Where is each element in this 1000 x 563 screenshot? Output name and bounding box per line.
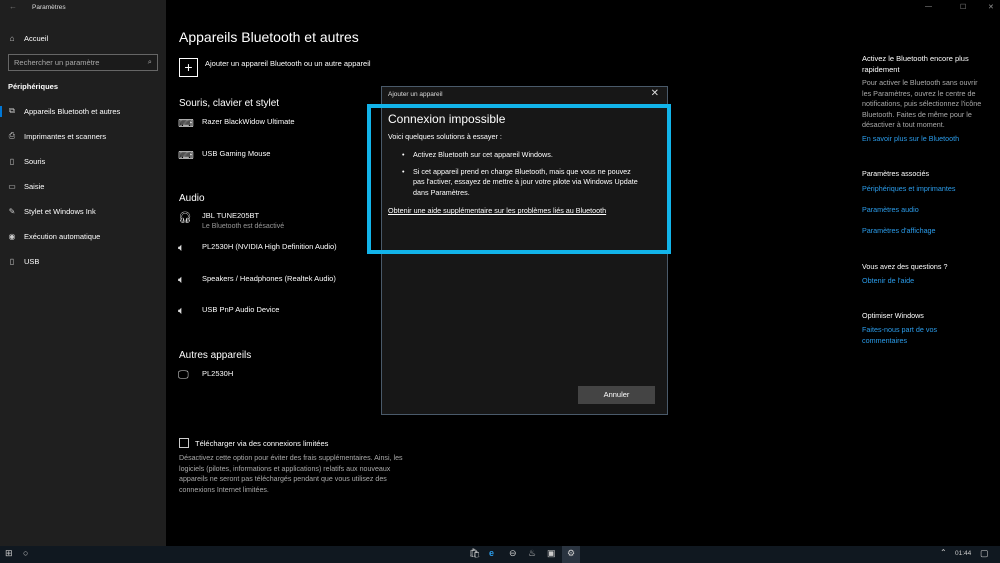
steam-icon[interactable]: ♨ <box>528 548 536 559</box>
sidebar-item-label: Saisie <box>24 181 45 191</box>
clock[interactable]: 01:44 <box>955 550 971 557</box>
add-device-label: Ajouter un appareil Bluetooth ou un autr… <box>205 59 371 68</box>
sidebar-item-mouse[interactable]: ▯ Souris <box>0 152 166 170</box>
device-name: PL2530H <box>202 369 234 378</box>
metered-description: Désactivez cette option pour éviter des … <box>179 454 403 494</box>
device-item[interactable]: 🔈︎ Speakers / Headphones (Realtek Audio) <box>178 274 336 287</box>
app-icon[interactable]: ⊖ <box>509 548 517 559</box>
start-icon[interactable]: ⊞ <box>5 548 13 559</box>
device-name: USB PnP Audio Device <box>202 305 280 314</box>
sidebar-home[interactable]: ⌂ Accueil <box>0 29 166 47</box>
device-name: USB Gaming Mouse <box>202 149 271 158</box>
speaker-icon: 🔈︎ <box>178 274 185 286</box>
discord-icon[interactable]: ▣ <box>547 548 556 559</box>
taskbar: ⊞ ○ 🛍︎ e ⊖ ♨ ▣ ⚙ ⌃ 01:44 ▢ <box>0 546 1000 563</box>
sidebar-item-bluetooth[interactable]: ⧉ Appareils Bluetooth et autres <box>0 102 166 120</box>
metered-checkbox[interactable]: Télécharger via des connexions limitées <box>179 438 328 448</box>
cancel-button[interactable]: Annuler <box>578 386 655 404</box>
metered-label: Télécharger via des connexions limitées <box>195 438 329 448</box>
add-device-button[interactable]: + Ajouter un appareil Bluetooth ou un au… <box>179 58 371 77</box>
section-audio: Audio <box>179 193 205 204</box>
feedback-link[interactable]: Faites-nous part de vos commentaires <box>862 325 952 346</box>
tip-text: Pour activer le Bluetooth sans ouvrir le… <box>862 78 982 129</box>
device-status: Le Bluetooth est désactivé <box>202 223 285 230</box>
mouse-icon: ▯ <box>9 156 15 166</box>
get-help-link[interactable]: Obtenir de l'aide <box>862 276 987 287</box>
printer-icon: ⎙ <box>8 131 16 140</box>
notification-icon[interactable]: ▢ <box>980 548 989 559</box>
edge-icon[interactable]: e <box>489 548 494 558</box>
sidebar-item-label: USB <box>24 256 40 266</box>
checkbox-box[interactable] <box>179 438 189 448</box>
questions-title: Vous avez des questions ? <box>862 262 948 271</box>
usb-icon: ▯ <box>9 256 15 266</box>
device-item[interactable]: 🎧︎ JBL TUNE205BT Le Bluetooth est désactiv… <box>178 211 284 230</box>
headset-icon: 🎧︎ <box>178 212 192 224</box>
sidebar-item-typing[interactable]: ▭ Saisie <box>0 177 166 195</box>
related-title: Paramètres associés <box>862 169 930 178</box>
sidebar-item-usb[interactable]: ▯ USB <box>0 252 166 270</box>
search-placeholder: Rechercher un paramètre <box>14 58 100 67</box>
device-name: PL2530H (NVIDIA High Definition Audio) <box>202 242 337 251</box>
device-item[interactable]: 🔈︎ PL2530H (NVIDIA High Definition Audio) <box>178 242 337 255</box>
display-settings-link[interactable]: Paramètres d'affichage <box>862 226 987 237</box>
audio-settings-link[interactable]: Paramètres audio <box>862 205 987 216</box>
sidebar-item-label: Appareils Bluetooth et autres <box>24 106 121 116</box>
sidebar-item-label: Exécution automatique <box>24 231 101 241</box>
devices-printers-link[interactable]: Périphériques et imprimantes <box>862 184 987 195</box>
sidebar-section-title: Périphériques <box>8 82 59 91</box>
window-title: Paramètres <box>32 4 66 11</box>
minimize-button[interactable]: — <box>925 3 932 10</box>
monitor-icon: 🖵︎ <box>178 369 189 381</box>
maximize-button[interactable]: ☐ <box>960 3 966 11</box>
settings-icon[interactable]: ⚙ <box>562 546 580 563</box>
close-button[interactable]: ✕ <box>988 3 994 11</box>
keyboard-icon: ▭ <box>8 181 16 191</box>
dialog-close-button[interactable]: ✕ <box>651 88 659 99</box>
back-button[interactable]: ← <box>9 2 17 11</box>
sidebar-item-label: Imprimantes et scanners <box>24 131 107 141</box>
page-title: Appareils Bluetooth et autres <box>179 29 359 45</box>
sidebar-item-label: Stylet et Windows Ink <box>24 206 96 216</box>
device-item[interactable]: ⌨ Razer BlackWidow Ultimate <box>178 117 295 130</box>
home-icon: ⌂ <box>9 33 15 43</box>
section-input-devices: Souris, clavier et stylet <box>179 98 280 109</box>
chevron-up-icon[interactable]: ⌃ <box>940 548 947 557</box>
speaker-icon: 🔈︎ <box>178 242 185 254</box>
search-icon: ⌕ <box>147 57 152 66</box>
device-item[interactable]: 🔈︎ USB PnP Audio Device <box>178 305 279 318</box>
plus-icon: + <box>179 58 198 77</box>
device-name: Razer BlackWidow Ultimate <box>202 117 295 126</box>
store-icon[interactable]: 🛍︎ <box>469 548 480 559</box>
dialog-title: Ajouter un appareil <box>388 91 443 98</box>
bluetooth-devices-icon: ⧉ <box>9 106 15 115</box>
sidebar-item-label: Souris <box>24 156 46 166</box>
highlight-box <box>367 104 671 254</box>
bluetooth-info-link[interactable]: En savoir plus sur le Bluetooth <box>862 134 987 145</box>
tip-title: Activez le Bluetooth encore plus rapidem… <box>862 54 969 74</box>
sidebar-item-autoplay[interactable]: ◉ Exécution automatique <box>0 227 166 245</box>
device-name: Speakers / Headphones (Realtek Audio) <box>202 274 336 283</box>
section-other-devices: Autres appareils <box>179 350 252 361</box>
device-item[interactable]: ⌨ USB Gaming Mouse <box>178 149 270 162</box>
sidebar-item-pen[interactable]: ✎ Stylet et Windows Ink <box>0 202 166 220</box>
speaker-icon: 🔈︎ <box>178 305 185 317</box>
pen-icon: ✎ <box>8 206 16 216</box>
cortana-icon[interactable]: ○ <box>23 548 28 558</box>
device-name: JBL TUNE205BT <box>202 211 260 220</box>
autoplay-icon: ◉ <box>8 231 16 241</box>
keyboard-icon: ⌨ <box>178 118 194 130</box>
title-bar: ← Paramètres — ☐ ✕ <box>0 0 1000 16</box>
home-label: Accueil <box>24 33 49 43</box>
keyboard-icon: ⌨ <box>178 150 194 162</box>
device-item[interactable]: 🖵︎ PL2530H <box>178 369 233 382</box>
search-input[interactable]: Rechercher un paramètre ⌕ <box>8 54 158 71</box>
improve-title: Optimiser Windows <box>862 311 924 320</box>
sidebar-item-printers[interactable]: ⎙ Imprimantes et scanners <box>0 127 166 145</box>
